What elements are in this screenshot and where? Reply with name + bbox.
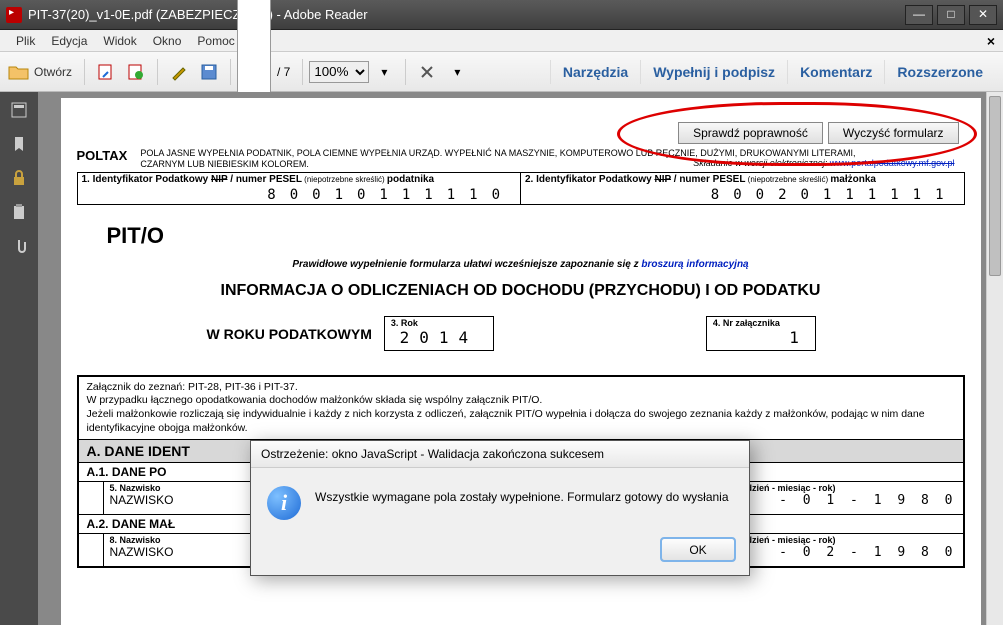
menu-widok[interactable]: Widok (95, 32, 144, 50)
scrollbar-thumb[interactable] (989, 96, 1001, 276)
attachments-icon[interactable] (9, 236, 29, 256)
window-titlebar: PIT-37(20)_v1-0E.pdf (ZABEZPIECZONE) - A… (0, 0, 1003, 30)
app-icon (6, 7, 22, 23)
broszura-link[interactable]: broszurą informacyjną (641, 259, 748, 270)
identifier-table: 1. Identyfikator Podatkowy NIP / numer P… (77, 172, 965, 205)
broszura-line: Prawidłowe wypełnienie formularza ułatwi… (77, 259, 965, 270)
fill-sign-panel-button[interactable]: Wypełnij i podpisz (640, 60, 787, 84)
maximize-button[interactable]: □ (937, 5, 965, 25)
javascript-warning-dialog: Ostrzeżenie: okno JavaScript - Walidacja… (250, 440, 750, 576)
window-title: PIT-37(20)_v1-0E.pdf (ZABEZPIECZONE) - A… (28, 7, 901, 22)
zoom-dropdown-icon[interactable]: ▾ (372, 60, 396, 84)
close-button[interactable]: ✕ (969, 5, 997, 25)
dialog-ok-button[interactable]: OK (661, 538, 735, 561)
save-icon[interactable] (197, 60, 221, 84)
form-title: PIT/O (107, 223, 965, 249)
dialog-text: Wszystkie wymagane pola zostały wypełnio… (315, 486, 729, 504)
menu-pomoc[interactable]: Pomoc (189, 32, 242, 50)
clear-form-button[interactable]: Wyczyść formularz (828, 122, 959, 144)
menu-edycja[interactable]: Edycja (43, 32, 95, 50)
vertical-scrollbar[interactable] (986, 92, 1003, 625)
clipboard-icon[interactable] (9, 202, 29, 222)
attachment-note: Załącznik do zeznań: PIT-28, PIT-36 i PI… (79, 377, 963, 440)
menubar: Plik Edycja Widok Okno Pomoc × (0, 30, 1003, 52)
secure-lock-icon[interactable] (9, 168, 29, 188)
open-button[interactable]: Otwórz (8, 63, 72, 81)
export-pdf-icon[interactable] (94, 60, 118, 84)
tools-panel-button[interactable]: Narzędzia (550, 60, 640, 84)
box-3-rok[interactable]: 3. Rok 2014 (384, 316, 494, 351)
document-close-button[interactable]: × (987, 33, 995, 49)
sidebar (0, 92, 38, 625)
open-label: Otwórz (34, 65, 72, 79)
sign-icon[interactable] (167, 60, 191, 84)
poltax-label: POLTAX (77, 148, 128, 163)
menu-plik[interactable]: Plik (8, 32, 43, 50)
minimize-button[interactable]: — (905, 5, 933, 25)
menu-okno[interactable]: Okno (145, 32, 190, 50)
dialog-title: Ostrzeżenie: okno JavaScript - Walidacja… (251, 441, 749, 468)
folder-open-icon (8, 63, 30, 81)
check-validity-button[interactable]: Sprawdź poprawność (678, 122, 823, 144)
convert-pdf-icon[interactable] (124, 60, 148, 84)
read-mode-icon[interactable] (415, 60, 439, 84)
thumbnails-icon[interactable] (9, 100, 29, 120)
id2-value[interactable]: 80020111111 (525, 185, 960, 203)
page-total: / 7 (277, 65, 290, 79)
form-heading: INFORMACJA O ODLICZENIACH OD DOCHODU (PR… (77, 282, 965, 300)
read-mode-dropdown-icon[interactable]: ▾ (445, 60, 469, 84)
id2-label: 2. Identyfikator Podatkowy NIP / numer P… (525, 174, 960, 185)
bookmarks-icon[interactable] (9, 134, 29, 154)
id1-value[interactable]: 80010111110 (82, 185, 517, 203)
comment-panel-button[interactable]: Komentarz (787, 60, 884, 84)
zoom-select[interactable]: 100% (309, 61, 369, 83)
extended-panel-button[interactable]: Rozszerzone (884, 60, 995, 84)
toolbar: Otwórz / 7 100% ▾ ▾ Narzędzia Wypełnij i… (0, 52, 1003, 92)
id1-label: 1. Identyfikator Podatkowy NIP / numer P… (82, 174, 517, 185)
submission-portal-link[interactable]: www.portalpodatkowy.mf.gov.pl (830, 158, 955, 168)
rok-label: W ROKU PODATKOWYM (207, 316, 372, 342)
info-icon: i (267, 486, 301, 520)
box-4-nr-zalacznika[interactable]: 4. Nr załącznika 1 (706, 316, 816, 351)
